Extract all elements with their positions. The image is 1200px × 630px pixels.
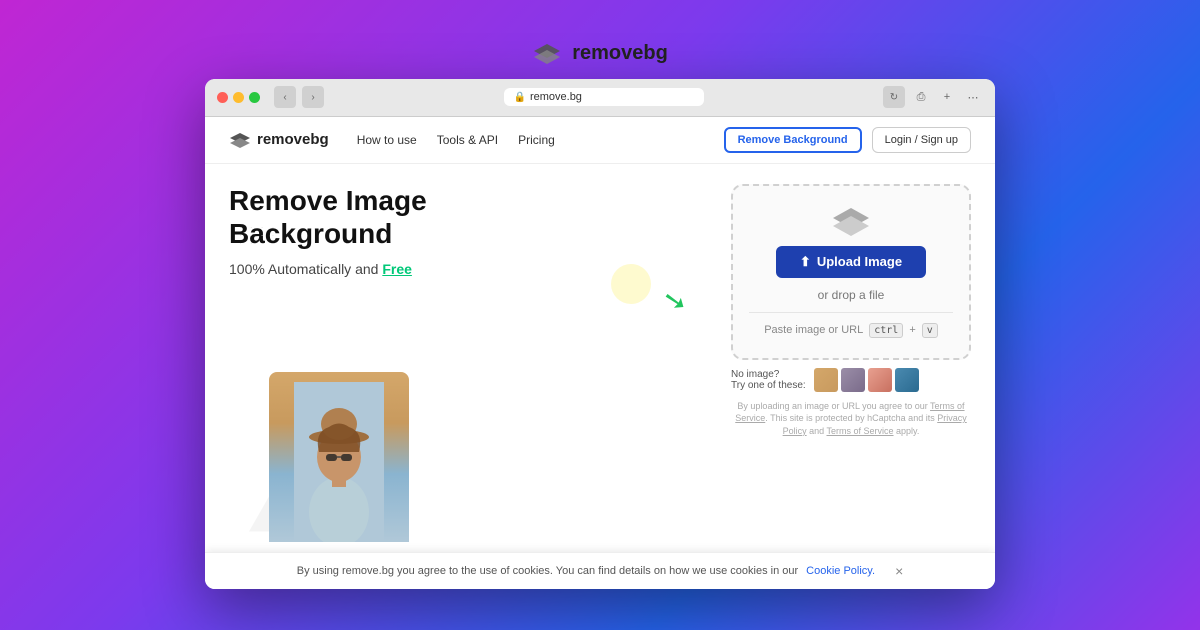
maximize-button[interactable] xyxy=(249,92,260,103)
address-bar[interactable]: 🔒 remove.bg xyxy=(504,88,704,106)
website-content: removebg How to use Tools & API Pricing … xyxy=(205,117,995,589)
browser-toolbar: ‹ › 🔒 remove.bg ↻ ⎙ + ⋯ xyxy=(274,86,983,108)
person-silhouette xyxy=(294,382,384,542)
plus-sign: + xyxy=(909,324,915,336)
nav-actions: Remove Background Login / Sign up xyxy=(724,127,971,153)
back-button[interactable]: ‹ xyxy=(274,86,296,108)
site-nav: removebg How to use Tools & API Pricing … xyxy=(205,117,995,164)
sample-thumb-2[interactable] xyxy=(841,368,865,392)
sample-thumb-4[interactable] xyxy=(895,368,919,392)
brand-name-label: removebg xyxy=(572,42,668,65)
try-these-section: No image? Try one of these: xyxy=(731,368,971,392)
nav-how-to-use[interactable]: How to use xyxy=(357,133,417,147)
site-logo-text: removebg xyxy=(257,131,329,148)
forward-button[interactable]: › xyxy=(302,86,324,108)
v-key: v xyxy=(922,323,938,338)
close-button[interactable] xyxy=(217,92,228,103)
more-button[interactable]: ⋯ xyxy=(963,87,983,107)
sample-thumb-1[interactable] xyxy=(814,368,838,392)
ctrl-key: ctrl xyxy=(869,323,903,338)
minimize-button[interactable] xyxy=(233,92,244,103)
person-placeholder xyxy=(269,372,409,542)
upload-arrow-icon: ⬆ xyxy=(800,254,811,270)
free-text: Free xyxy=(382,261,412,277)
hero-title: Remove ImageBackground xyxy=(229,184,711,251)
nav-pricing[interactable]: Pricing xyxy=(518,133,555,147)
reload-button[interactable]: ↻ xyxy=(883,86,905,108)
terms-link-2[interactable]: Terms of Service xyxy=(826,426,893,436)
address-bar-wrap: 🔒 remove.bg xyxy=(330,88,877,106)
brand-logo-icon xyxy=(532,42,562,64)
paste-label: Paste image or URL xyxy=(764,324,863,336)
circle-decoration xyxy=(611,264,651,304)
lock-icon: 🔒 xyxy=(514,92,526,103)
or-drop-label: or drop a file xyxy=(818,288,885,302)
nav-tools-api[interactable]: Tools & API xyxy=(437,133,498,147)
upload-disclaimer: By uploading an image or URL you agree t… xyxy=(731,400,971,438)
url-text: remove.bg xyxy=(530,91,582,103)
no-image-label: No image? Try one of these: xyxy=(731,369,806,391)
site-logo[interactable]: removebg xyxy=(229,131,329,148)
cookie-close-button[interactable]: × xyxy=(895,563,903,579)
login-signup-button[interactable]: Login / Sign up xyxy=(872,127,971,153)
browser-window: ‹ › 🔒 remove.bg ↻ ⎙ + ⋯ xyxy=(205,79,995,589)
add-tab-button[interactable]: + xyxy=(937,87,957,107)
traffic-lights xyxy=(217,92,260,103)
upload-icon xyxy=(831,206,871,236)
arrow-decoration: ➘ xyxy=(660,282,689,319)
sample-thumb-3[interactable] xyxy=(868,368,892,392)
cookie-text: By using remove.bg you agree to the use … xyxy=(297,565,798,577)
share-button[interactable]: ⎙ xyxy=(911,87,931,107)
sample-thumbnails xyxy=(814,368,919,392)
hero-left: · · · ·· · · ·· · · · Remove ImageBackgr… xyxy=(229,184,711,542)
cookie-bar: By using remove.bg you agree to the use … xyxy=(205,552,995,589)
person-image xyxy=(269,372,409,542)
nav-links: How to use Tools & API Pricing xyxy=(357,133,724,147)
top-brand-bar: removebg xyxy=(532,42,668,65)
upload-image-button[interactable]: ⬆ Upload Image xyxy=(776,246,926,278)
remove-background-button[interactable]: Remove Background xyxy=(724,127,862,153)
cookie-policy-link[interactable]: Cookie Policy. xyxy=(806,565,875,577)
browser-chrome: ‹ › 🔒 remove.bg ↻ ⎙ + ⋯ xyxy=(205,79,995,117)
dots-decoration: · · · ·· · · ·· · · · xyxy=(239,224,277,248)
site-logo-icon xyxy=(229,132,251,148)
upload-drop-zone[interactable]: ⬆ Upload Image or drop a file Paste imag… xyxy=(731,184,971,360)
hero-right: ⬆ Upload Image or drop a file Paste imag… xyxy=(731,184,971,542)
paste-bar: Paste image or URL ctrl + v xyxy=(749,312,953,338)
hero-section: · · · ·· · · ·· · · · Remove ImageBackgr… xyxy=(205,164,995,552)
